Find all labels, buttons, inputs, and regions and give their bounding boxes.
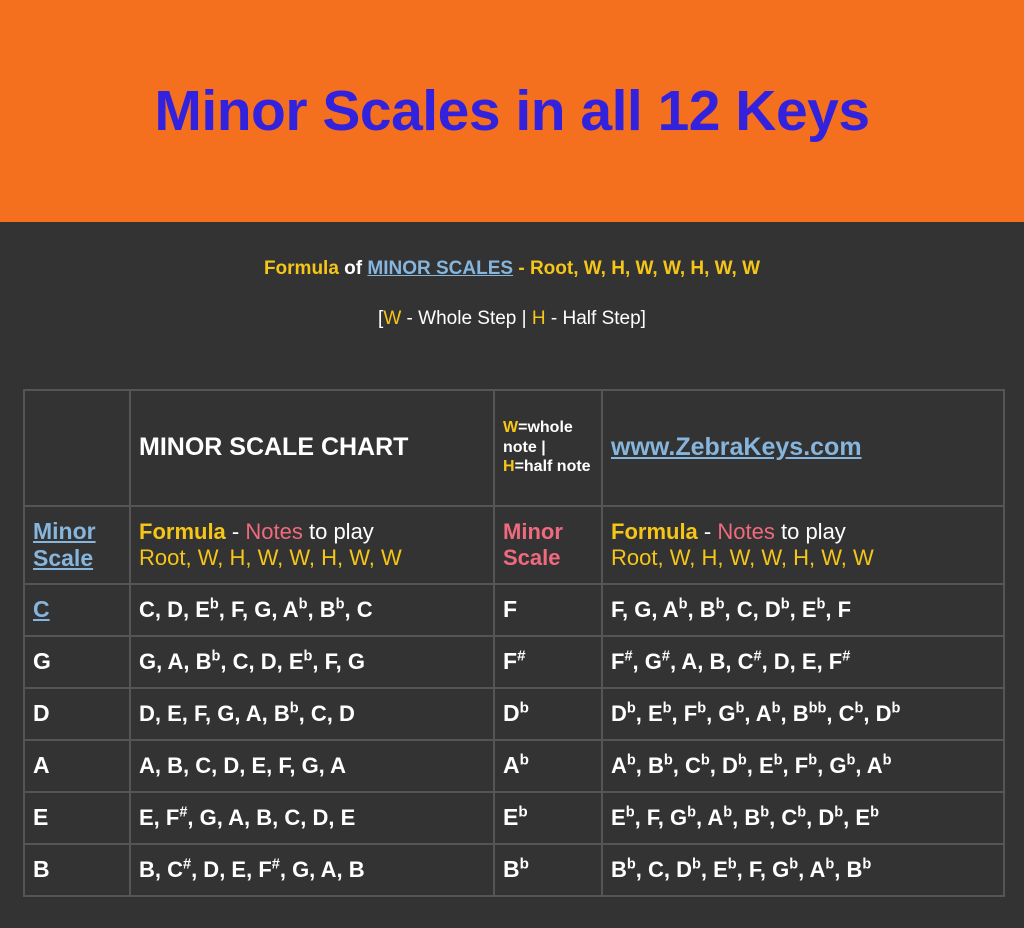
legend-close-bracket: ] [640, 307, 646, 329]
legend-w-symbol: W [383, 307, 402, 329]
left-dash: - [231, 519, 240, 545]
left-key-cell: B [25, 844, 129, 895]
table-subheader-row: Minor Scale Formula - Notes to play Root… [25, 506, 1003, 583]
scale-chart-container: MINOR SCALE CHART W=whole note | H=half … [23, 331, 1005, 897]
left-toplay-label: to play [308, 519, 374, 545]
legend-w-key: W [503, 419, 519, 437]
page-title: Minor Scales in all 12 Keys [154, 78, 870, 143]
formula-section: Formula of MINOR SCALES - Root, W, H, W,… [0, 222, 1024, 331]
left-notes-cell: D, E, F, G, A, Bb, C, D [131, 688, 493, 739]
left-notes-cell: C, D, Eb, F, G, Ab, Bb, C [131, 584, 493, 635]
right-toplay-label: to play [780, 519, 846, 545]
right-formula-header-cell: Formula - Notes to play Root, W, H, W, W… [603, 506, 1003, 583]
left-key-cell: G [25, 636, 129, 687]
left-key-cell: D [25, 688, 129, 739]
minor-scale-table: MINOR SCALE CHART W=whole note | H=half … [23, 388, 1005, 897]
right-key-label: F [503, 596, 518, 623]
left-notes-cell: B, C#, D, E, F#, G, A, B [131, 844, 493, 895]
legend-h-text: =half note [514, 458, 591, 476]
right-notes-cell: Ab, Bb, Cb, Db, Eb, Fb, Gb, Ab [603, 740, 1003, 791]
right-notes-cell: Eb, F, Gb, Ab, Bb, Cb, Db, Eb [603, 792, 1003, 843]
right-key-cell: Bb [495, 844, 601, 895]
formula-legend-line: [W - Whole Step | H - Half Step] [0, 308, 1024, 331]
right-notes-cell: Db, Eb, Fb, Gb, Ab, Bbb, Cb, Db [603, 688, 1003, 739]
right-minor-scale-header-cell: Minor Scale [495, 506, 601, 583]
right-key-label: Db [503, 699, 529, 727]
left-notes-label: Notes [245, 519, 303, 545]
left-key-cell[interactable]: C [25, 584, 129, 635]
right-key-label: Ab [503, 751, 529, 779]
legend-h-symbol: H [531, 307, 546, 329]
right-key-cell: Eb [495, 792, 601, 843]
table-row: B B, C#, D, E, F#, G, A, B Bb Bb, C, Db, Eb… [25, 844, 1003, 895]
table-row: G G, A, Bb, C, D, Eb, F, G F# F#, G#, A, B,… [25, 636, 1003, 687]
right-key-label: F# [503, 647, 526, 675]
left-formula-header-cell: Formula - Notes to play Root, W, H, W, W… [131, 506, 493, 583]
table-row: E E, F#, G, A, B, C, D, E Eb Eb, F, Gb, Ab,… [25, 792, 1003, 843]
left-notes-cell: G, A, Bb, C, D, Eb, F, G [131, 636, 493, 687]
left-minor-scale-header-cell: Minor Scale [25, 506, 129, 583]
formula-of-word: of [344, 258, 363, 279]
minor-scales-link[interactable]: MINOR SCALES [367, 258, 513, 279]
legend-w-description: - Whole Step | [406, 307, 527, 329]
legend-h-key: H [503, 458, 515, 476]
left-formula-steps: Root, W, H, W, W, H, W, W [139, 544, 402, 570]
table-row: A A, B, C, D, E, F, G, A Ab Ab, Bb, Cb, Db,… [25, 740, 1003, 791]
table-row: D D, E, F, G, A, Bb, C, D Db Db, Eb, Fb, Gb… [25, 688, 1003, 739]
right-key-cell: Ab [495, 740, 601, 791]
formula-headline: Formula of MINOR SCALES - Root, W, H, W,… [0, 258, 1024, 281]
right-dash: - [703, 519, 712, 545]
website-cell: www.ZebraKeys.com [603, 390, 1003, 505]
title-banner: Minor Scales in all 12 Keys [0, 0, 1024, 222]
left-key-cell: E [25, 792, 129, 843]
left-minor-scale-link[interactable]: Minor Scale [33, 518, 121, 571]
right-formula-steps: Root, W, H, W, W, H, W, W [611, 544, 874, 570]
right-key-label: Eb [503, 803, 528, 831]
right-formula-label: Formula [611, 519, 698, 545]
table-header-row: MINOR SCALE CHART W=whole note | H=half … [25, 390, 1003, 505]
zebrakeys-link[interactable]: www.ZebraKeys.com [611, 433, 862, 461]
left-key-cell: A [25, 740, 129, 791]
right-key-label: Bb [503, 855, 529, 883]
left-key-link[interactable]: C [33, 596, 50, 622]
left-key-label: D [33, 700, 50, 727]
right-minor-scale-label: Minor Scale [503, 519, 563, 570]
right-notes-cell: Bb, C, Db, Eb, F, Gb, Ab, Bb [603, 844, 1003, 895]
right-key-cell: Db [495, 688, 601, 739]
right-notes-cell: F#, G#, A, B, C#, D, E, F# [603, 636, 1003, 687]
left-key-label: G [33, 648, 51, 675]
header-blank-cell [25, 390, 129, 505]
table-row: C C, D, Eb, F, G, Ab, Bb, C F F, G, Ab, Bb,… [25, 584, 1003, 635]
right-notes-cell: F, G, Ab, Bb, C, Db, Eb, F [603, 584, 1003, 635]
left-key-label: B [33, 856, 50, 883]
right-key-cell: F# [495, 636, 601, 687]
left-notes-cell: A, B, C, D, E, F, G, A [131, 740, 493, 791]
legend-cell: W=whole note | H=half note [495, 390, 601, 505]
left-formula-label: Formula [139, 519, 226, 545]
chart-title-cell: MINOR SCALE CHART [131, 390, 493, 505]
right-notes-label: Notes [717, 519, 775, 545]
left-key-label: E [33, 804, 49, 831]
right-key-cell: F [495, 584, 601, 635]
left-notes-cell: E, F#, G, A, B, C, D, E [131, 792, 493, 843]
legend-h-description: - Half Step [550, 307, 641, 329]
formula-word: Formula [263, 258, 339, 279]
formula-sequence: - Root, W, H, W, W, H, W, W [518, 258, 761, 279]
left-key-label: A [33, 752, 50, 779]
